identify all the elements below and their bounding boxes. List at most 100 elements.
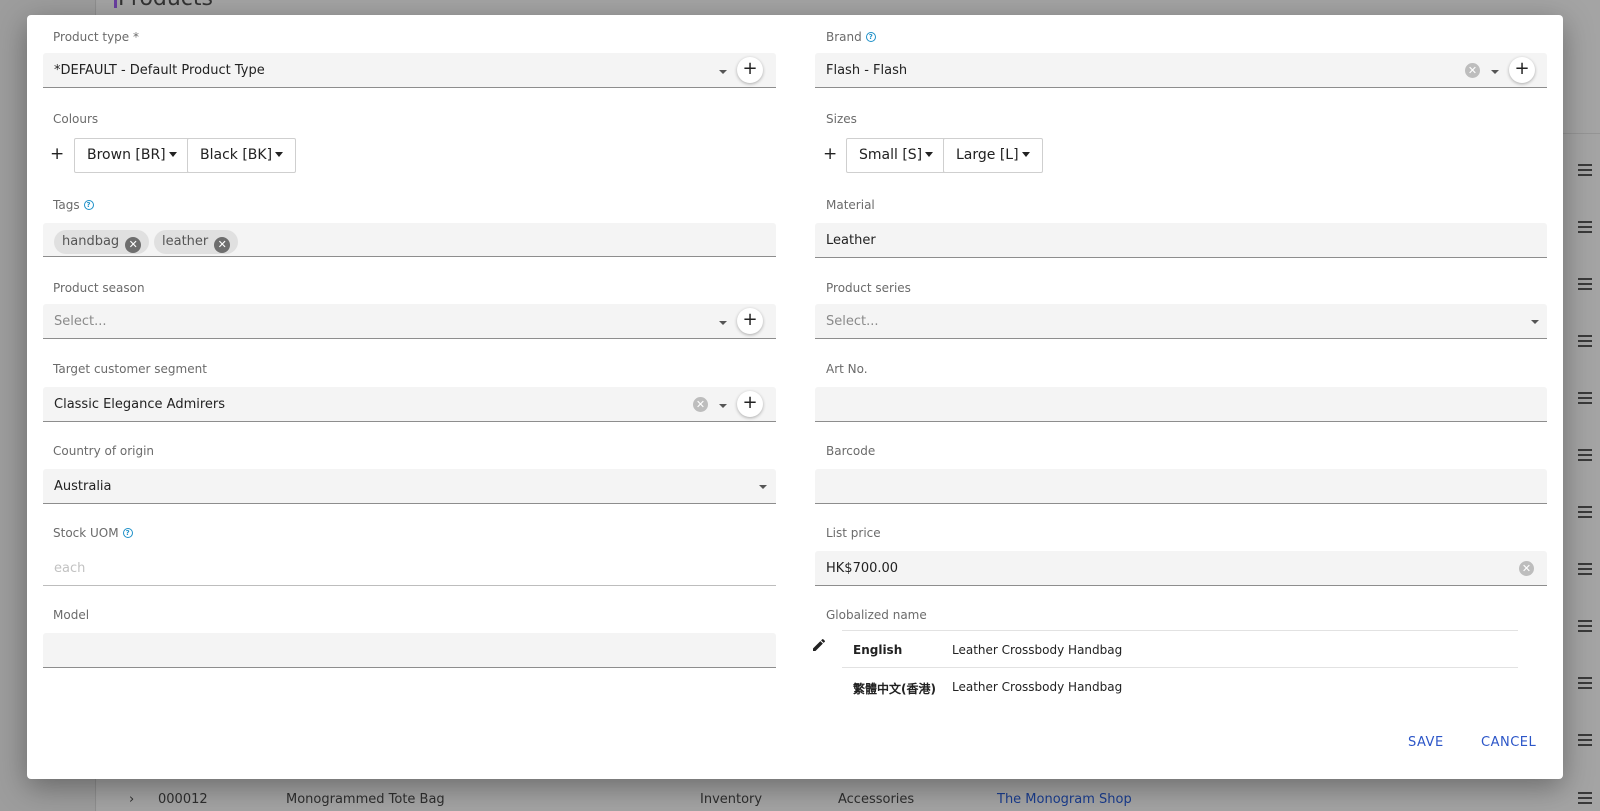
brand-value: Flash - Flash [826, 63, 908, 78]
row-category: Accessories [838, 792, 915, 807]
chevron-down-icon[interactable] [719, 321, 727, 325]
list-price-label: List price [826, 526, 881, 540]
size-chip-label: Large [L] [956, 147, 1019, 163]
background-table-row: › 000012 Monogrammed Tote Bag Inventory … [114, 790, 1600, 811]
globalized-name-table: English Leather Crossbody Handbag 繁體中文(香… [842, 630, 1518, 704]
language-name: English [853, 643, 903, 657]
target-segment-select[interactable]: Classic Elegance Admirers ✕ + [43, 387, 776, 422]
chevron-down-icon[interactable] [719, 404, 727, 408]
add-segment-button[interactable]: + [737, 391, 763, 417]
row-menu-icon [1578, 335, 1592, 347]
chevron-down-icon[interactable] [1531, 320, 1539, 324]
caret-down-icon [1021, 152, 1030, 157]
clear-icon[interactable]: ✕ [1519, 561, 1534, 576]
tags-label: Tags? [53, 198, 94, 212]
country-label: Country of origin [53, 444, 155, 458]
sizes-label: Sizes [826, 112, 857, 126]
background-title-accent [114, 0, 117, 8]
table-row: English Leather Crossbody Handbag [842, 630, 1518, 667]
product-series-label: Product series [826, 281, 911, 295]
help-circle-icon[interactable]: ? [865, 32, 876, 42]
row-menu-icon [1578, 278, 1592, 290]
localized-name: Leather Crossbody Handbag [952, 680, 1123, 694]
row-menu-icon [1578, 164, 1592, 176]
add-product-type-button[interactable]: + [737, 57, 763, 83]
help-circle-icon[interactable]: ? [122, 528, 133, 538]
expand-chevron-icon: › [129, 792, 135, 807]
list-price-input[interactable]: HK$700.00 ✕ [815, 551, 1547, 586]
add-colour-button[interactable]: + [50, 144, 64, 164]
product-type-select[interactable]: *DEFAULT - Default Product Type + [43, 53, 776, 88]
clear-icon[interactable]: ✕ [1465, 63, 1480, 78]
language-name: 繁體中文(香港) [853, 682, 936, 696]
product-season-placeholder: Select... [54, 314, 107, 329]
row-menu-icon [1578, 221, 1592, 233]
tag-chip-leather: leather ✕ [154, 230, 239, 254]
colours-label: Colours [53, 112, 99, 126]
row-menu-icon [1578, 449, 1592, 461]
tag-label: leather [162, 234, 209, 249]
stock-uom-input[interactable]: each [43, 551, 776, 586]
chevron-down-icon[interactable] [1491, 70, 1499, 74]
row-menu-icon [1578, 734, 1592, 746]
clear-icon[interactable]: ✕ [693, 397, 708, 412]
art-no-input[interactable] [815, 387, 1547, 422]
product-series-placeholder: Select... [826, 314, 879, 329]
row-menu-icon [1578, 620, 1592, 632]
add-product-season-button[interactable]: + [737, 308, 763, 334]
row-vendor: The Monogram Shop [997, 792, 1132, 807]
row-code: 000012 [158, 792, 208, 807]
country-select[interactable]: Australia [43, 469, 776, 504]
art-no-label: Art No. [826, 362, 868, 376]
colour-chip-label: Black [BK] [200, 147, 273, 163]
material-input[interactable]: Leather [815, 223, 1547, 258]
add-brand-button[interactable]: + [1509, 57, 1535, 83]
chevron-down-icon[interactable] [759, 485, 767, 489]
caret-down-icon [168, 152, 177, 157]
row-menu-icon [1578, 563, 1592, 575]
caret-down-icon [275, 152, 284, 157]
material-value: Leather [826, 233, 876, 248]
brand-label: Brand? [826, 30, 876, 44]
product-series-select[interactable]: Select... [815, 304, 1547, 339]
localized-name: Leather Crossbody Handbag [952, 643, 1123, 657]
row-menu-icon [1578, 392, 1592, 404]
chevron-down-icon[interactable] [719, 70, 727, 74]
target-segment-value: Classic Elegance Admirers [54, 397, 226, 412]
country-value: Australia [54, 479, 112, 494]
remove-tag-icon[interactable]: ✕ [125, 237, 142, 253]
row-menu-icon [1578, 677, 1592, 689]
model-label: Model [53, 608, 90, 622]
caret-down-icon [925, 152, 934, 157]
help-circle-icon[interactable]: ? [83, 200, 94, 210]
colour-chip-black[interactable]: Black [BK] [187, 138, 297, 173]
product-season-label: Product season [53, 281, 145, 295]
save-button[interactable]: SAVE [1408, 735, 1444, 750]
background-page-title: Products [118, 0, 213, 11]
row-menu-icon [1578, 506, 1592, 518]
stock-uom-label: Stock UOM? [53, 526, 133, 540]
stock-uom-placeholder: each [54, 561, 86, 576]
barcode-label: Barcode [826, 444, 876, 458]
product-type-label: Product type * [53, 30, 139, 44]
size-chip-small[interactable]: Small [S] [846, 138, 947, 173]
tag-chip-handbag: handbag ✕ [54, 230, 150, 254]
material-label: Material [826, 198, 875, 212]
tags-input[interactable]: handbag ✕ leather ✕ [43, 223, 776, 257]
list-price-value: HK$700.00 [826, 561, 899, 576]
tag-label: handbag [62, 234, 120, 249]
product-type-value: *DEFAULT - Default Product Type [54, 63, 265, 78]
colour-chip-brown[interactable]: Brown [BR] [74, 138, 190, 173]
row-name: Monogrammed Tote Bag [286, 792, 445, 807]
barcode-input[interactable] [815, 469, 1547, 504]
cancel-button[interactable]: CANCEL [1481, 735, 1536, 750]
remove-tag-icon[interactable]: ✕ [214, 237, 231, 253]
add-size-button[interactable]: + [823, 144, 837, 164]
pencil-icon[interactable] [811, 637, 827, 653]
brand-select[interactable]: Flash - Flash ✕ + [815, 53, 1547, 88]
model-input[interactable] [43, 633, 776, 668]
table-row: 繁體中文(香港) Leather Crossbody Handbag [842, 667, 1518, 704]
target-segment-label: Target customer segment [53, 362, 207, 376]
size-chip-large[interactable]: Large [L] [943, 138, 1043, 173]
product-season-select[interactable]: Select... + [43, 304, 776, 339]
